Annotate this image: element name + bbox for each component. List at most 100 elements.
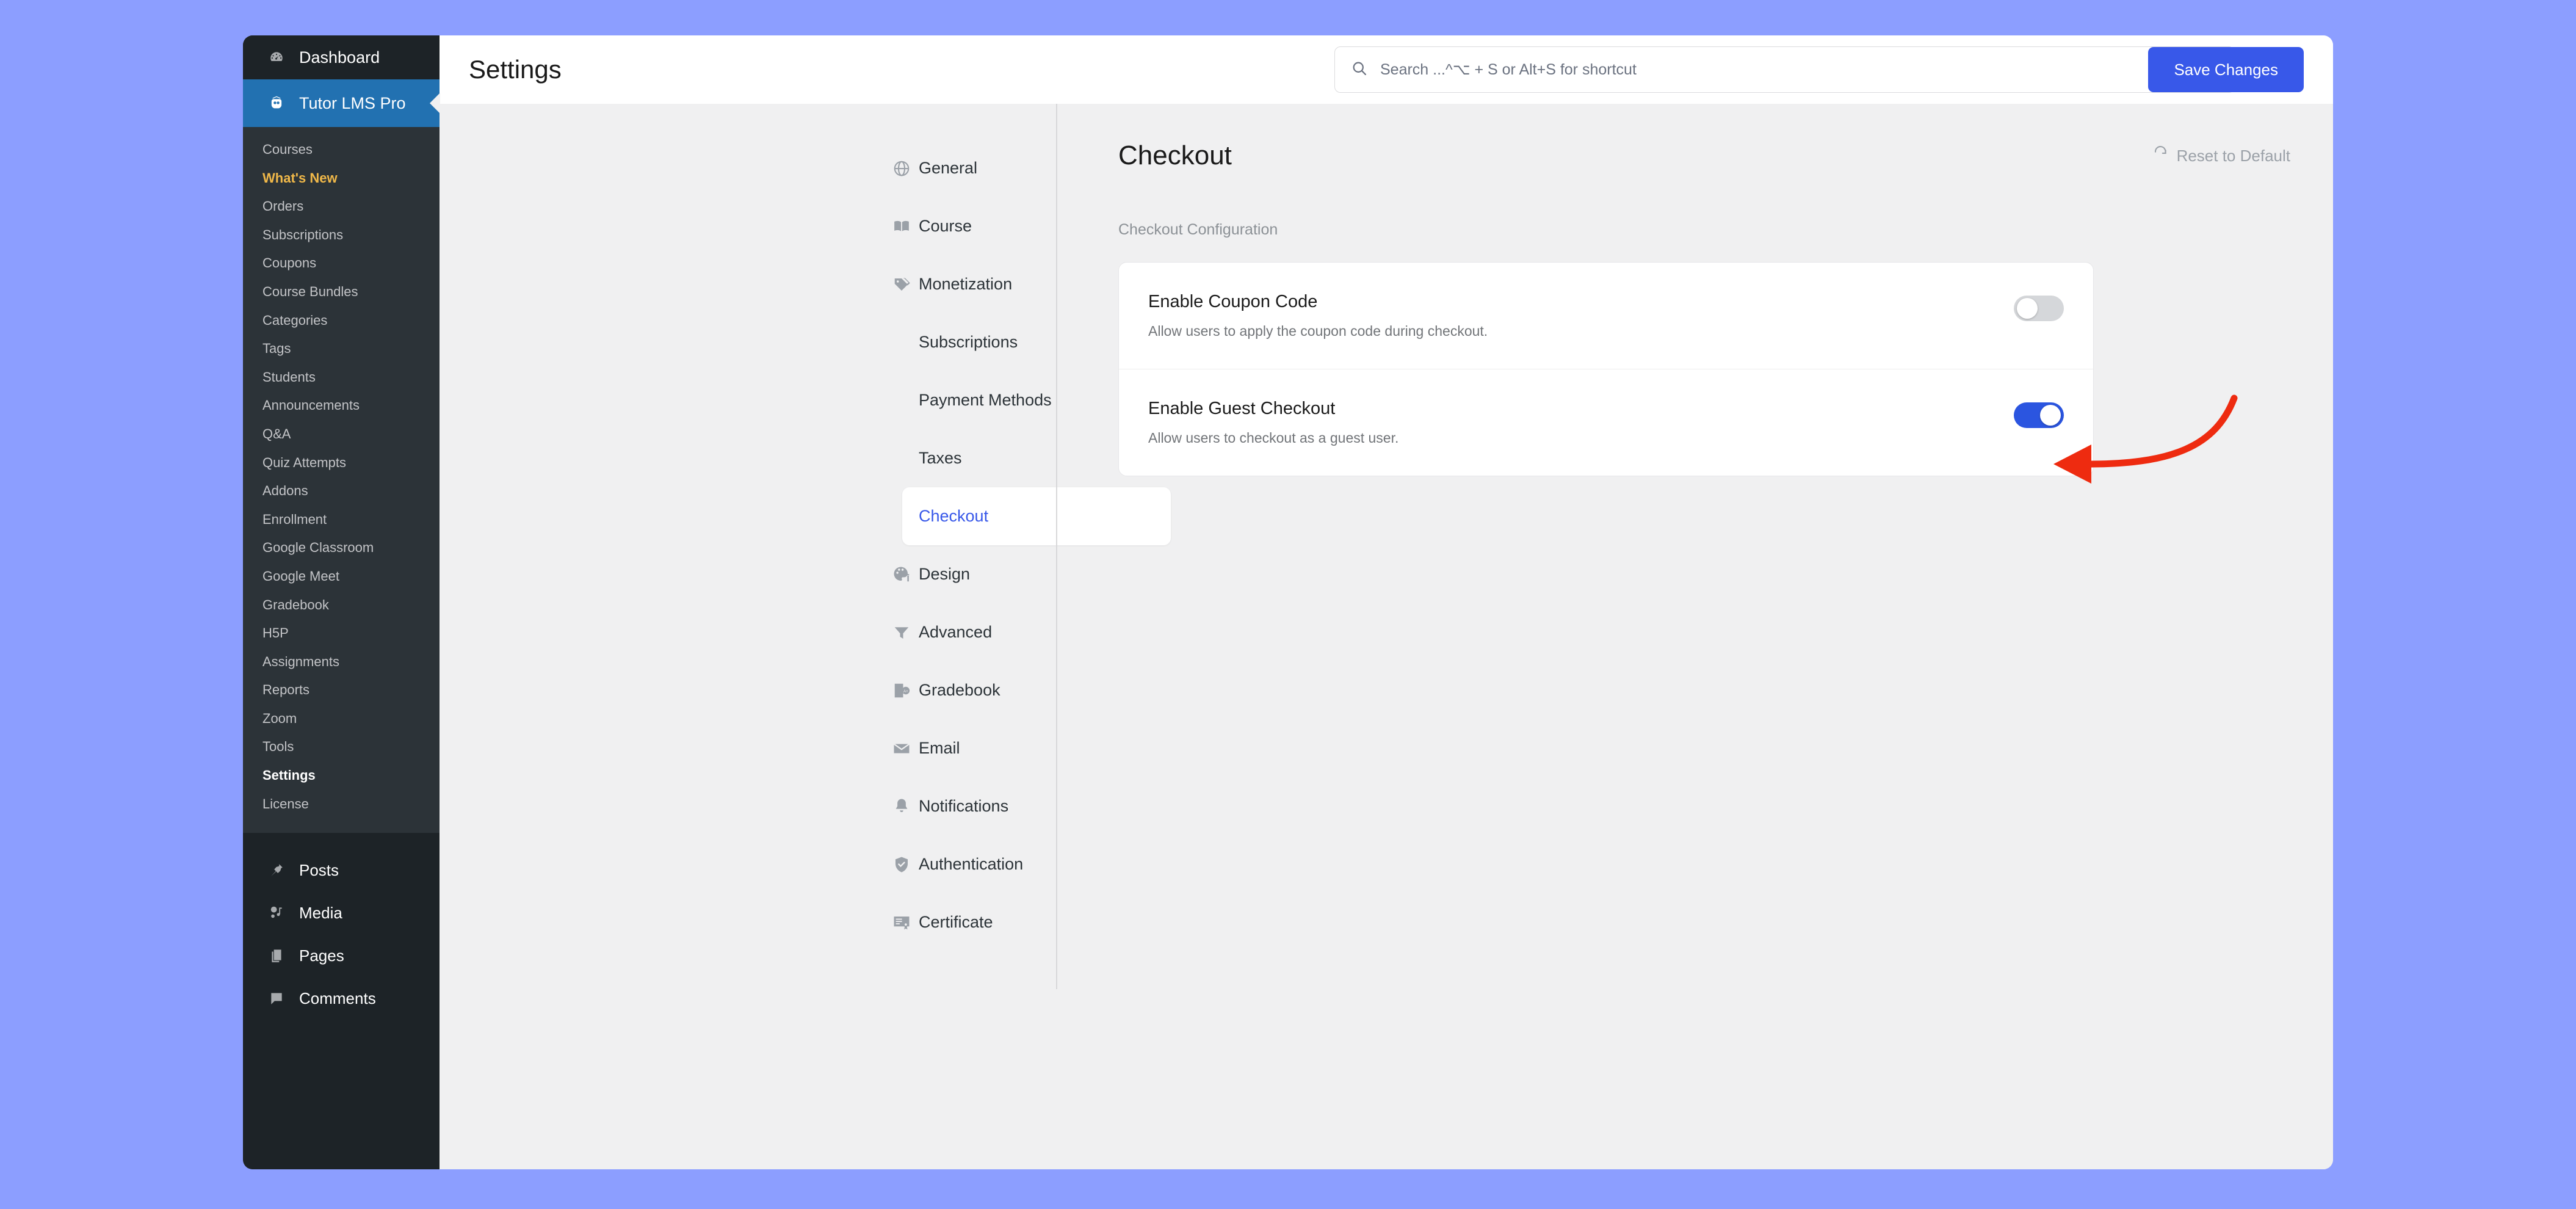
- settings-nav-label: Payment Methods: [919, 391, 1052, 409]
- sidebar-item-label: Posts: [299, 860, 339, 879]
- settings-nav-label: Certificate: [919, 913, 993, 931]
- settings-nav-item-notifications[interactable]: Notifications: [440, 777, 1057, 835]
- app-window: Dashboard Tutor LMS Pro Courses What's N…: [243, 35, 2333, 1169]
- sidebar-subitem-google-meet[interactable]: Google Meet: [243, 562, 440, 591]
- sidebar-item-label: Pages: [299, 946, 344, 965]
- sidebar-item-label: Comments: [299, 989, 376, 1008]
- dashboard-icon: [267, 48, 286, 67]
- sidebar-subitem-categories[interactable]: Categories: [243, 307, 440, 335]
- settings-nav-item-design[interactable]: Design: [440, 545, 1057, 603]
- sidebar-item-dashboard[interactable]: Dashboard: [243, 35, 440, 79]
- sidebar-subitem-announcements[interactable]: Announcements: [243, 391, 440, 420]
- save-changes-button[interactable]: Save Changes: [2148, 47, 2304, 92]
- certificate-icon: [891, 912, 912, 933]
- settings-nav-item-general[interactable]: General: [440, 139, 1057, 197]
- sidebar-subitem-reports[interactable]: Reports: [243, 676, 440, 705]
- settings-nav-item-certificate[interactable]: Certificate: [440, 893, 1057, 951]
- wordpress-sidebar: Dashboard Tutor LMS Pro Courses What's N…: [243, 35, 440, 1169]
- search-wrapper: Search ...^⌥ + S or Alt+S for shortcut: [1334, 46, 2235, 93]
- main-header: Checkout Reset to Default: [1118, 140, 2290, 171]
- sidebar-subitem-subscriptions[interactable]: Subscriptions: [243, 221, 440, 250]
- sidebar-subitem-courses[interactable]: Courses: [243, 136, 440, 164]
- settings-nav-item-authentication[interactable]: Authentication: [440, 835, 1057, 893]
- sidebar-subitem-quiz-attempts[interactable]: Quiz Attempts: [243, 449, 440, 477]
- settings-nav-item-email[interactable]: Email: [440, 719, 1057, 777]
- search-placeholder: Search ...^⌥ + S or Alt+S for shortcut: [1380, 61, 1637, 78]
- sidebar-subitem-course-bundles[interactable]: Course Bundles: [243, 278, 440, 307]
- sidebar-subitem-h5p[interactable]: H5P: [243, 619, 440, 648]
- settings-nav-item-taxes[interactable]: Taxes: [440, 429, 1057, 487]
- settings-nav: General Course Monetization Subscription…: [440, 104, 1171, 1169]
- checkout-title: Checkout: [1118, 140, 1232, 170]
- sidebar-subitem-qa[interactable]: Q&A: [243, 420, 440, 449]
- tag-percent-icon: [891, 274, 912, 295]
- settings-nav-item-subscriptions[interactable]: Subscriptions: [440, 313, 1057, 371]
- checkout-settings-card: Enable Coupon Code Allow users to apply …: [1118, 262, 2094, 476]
- settings-nav-label: Course: [919, 217, 972, 235]
- funnel-icon: [891, 622, 912, 643]
- sidebar-subitem-gradebook[interactable]: Gradebook: [243, 591, 440, 620]
- sidebar-subitem-license[interactable]: License: [243, 790, 440, 819]
- book-icon: [891, 216, 912, 237]
- sidebar-item-comments[interactable]: Comments: [243, 977, 440, 1020]
- sidebar-item-tutor-lms-pro[interactable]: Tutor LMS Pro: [243, 79, 440, 127]
- sidebar-subitem-tools[interactable]: Tools: [243, 733, 440, 761]
- globe-icon: [891, 158, 912, 179]
- refresh-icon: [2152, 145, 2168, 166]
- settings-nav-label: Email: [919, 739, 960, 757]
- settings-nav-label: Taxes: [919, 449, 962, 467]
- sidebar-subitem-addons[interactable]: Addons: [243, 477, 440, 506]
- setting-row-guest-checkout: Enable Guest Checkout Allow users to che…: [1119, 369, 2093, 476]
- sidebar-subitem-students[interactable]: Students: [243, 363, 440, 392]
- pin-icon: [267, 861, 286, 879]
- settings-nav-item-advanced[interactable]: Advanced: [440, 603, 1057, 661]
- bell-icon: [891, 796, 912, 817]
- settings-nav-item-course[interactable]: Course: [440, 197, 1057, 255]
- sidebar-item-label: Media: [299, 903, 342, 922]
- toggle-enable-coupon-code[interactable]: [2014, 296, 2064, 321]
- settings-nav-item-gradebook[interactable]: A+ Gradebook: [440, 661, 1057, 719]
- sidebar-subitem-zoom[interactable]: Zoom: [243, 705, 440, 733]
- setting-row-coupon-code: Enable Coupon Code Allow users to apply …: [1119, 263, 2093, 369]
- setting-label: Enable Coupon Code: [1148, 292, 1318, 311]
- gradebook-icon: A+: [891, 680, 912, 701]
- toggle-knob: [2040, 405, 2061, 426]
- setting-text-group: Enable Guest Checkout Allow users to che…: [1148, 399, 1398, 446]
- settings-nav-label: Notifications: [919, 797, 1009, 815]
- sidebar-subitem-orders[interactable]: Orders: [243, 192, 440, 221]
- sidebar-item-label: Tutor LMS Pro: [299, 93, 406, 112]
- setting-description: Allow users to apply the coupon code dur…: [1148, 323, 1488, 339]
- palette-icon: [891, 564, 912, 585]
- chevron-left-icon: [430, 93, 440, 114]
- search-input[interactable]: Search ...^⌥ + S or Alt+S for shortcut: [1334, 46, 2235, 93]
- settings-nav-item-monetization[interactable]: Monetization: [440, 255, 1057, 313]
- page-title: Settings: [469, 55, 562, 84]
- tutor-owl-icon: [267, 94, 286, 112]
- sidebar-item-pages[interactable]: Pages: [243, 934, 440, 977]
- sidebar-lower-menu: Posts Media Pages Comments: [243, 833, 440, 1169]
- sidebar-subitem-tags[interactable]: Tags: [243, 335, 440, 363]
- setting-description: Allow users to checkout as a guest user.: [1148, 430, 1399, 446]
- sidebar-subitem-settings[interactable]: Settings: [243, 761, 440, 790]
- toggle-knob: [2017, 298, 2038, 319]
- topbar: Settings Search ...^⌥ + S or Alt+S for s…: [440, 35, 2333, 104]
- settings-nav-label: Advanced: [919, 623, 993, 641]
- settings-nav-label: General: [919, 159, 978, 177]
- settings-nav-item-payment-methods[interactable]: Payment Methods: [440, 371, 1057, 429]
- envelope-icon: [891, 738, 912, 759]
- pages-icon: [267, 946, 286, 965]
- settings-nav-label: Design: [919, 565, 971, 583]
- media-icon: [267, 904, 286, 922]
- sidebar-subitem-assignments[interactable]: Assignments: [243, 648, 440, 677]
- sidebar-submenu: Courses What's New Orders Subscriptions …: [243, 127, 440, 833]
- setting-label: Enable Guest Checkout: [1148, 399, 1336, 418]
- svg-text:A+: A+: [903, 689, 908, 694]
- sidebar-item-posts[interactable]: Posts: [243, 849, 440, 891]
- sidebar-subitem-enrollment[interactable]: Enrollment: [243, 506, 440, 534]
- sidebar-subitem-google-classroom[interactable]: Google Classroom: [243, 534, 440, 562]
- sidebar-subitem-whats-new[interactable]: What's New: [243, 164, 440, 193]
- reset-to-default-button[interactable]: Reset to Default: [2152, 145, 2290, 166]
- sidebar-subitem-coupons[interactable]: Coupons: [243, 249, 440, 278]
- toggle-enable-guest-checkout[interactable]: [2014, 402, 2064, 428]
- sidebar-item-media[interactable]: Media: [243, 891, 440, 934]
